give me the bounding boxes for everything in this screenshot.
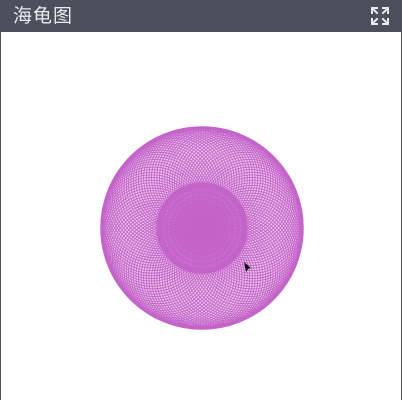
window-title: 海龟图: [13, 5, 74, 27]
spirograph-pattern: [100, 126, 304, 330]
title-bar: 海龟图: [1, 0, 401, 32]
turtle-drawing: [100, 126, 304, 330]
expand-arrows-icon: [371, 7, 389, 25]
fullscreen-button[interactable]: [369, 5, 391, 27]
turtle-canvas: [1, 32, 401, 400]
turtle-window: 海龟图: [0, 0, 402, 400]
